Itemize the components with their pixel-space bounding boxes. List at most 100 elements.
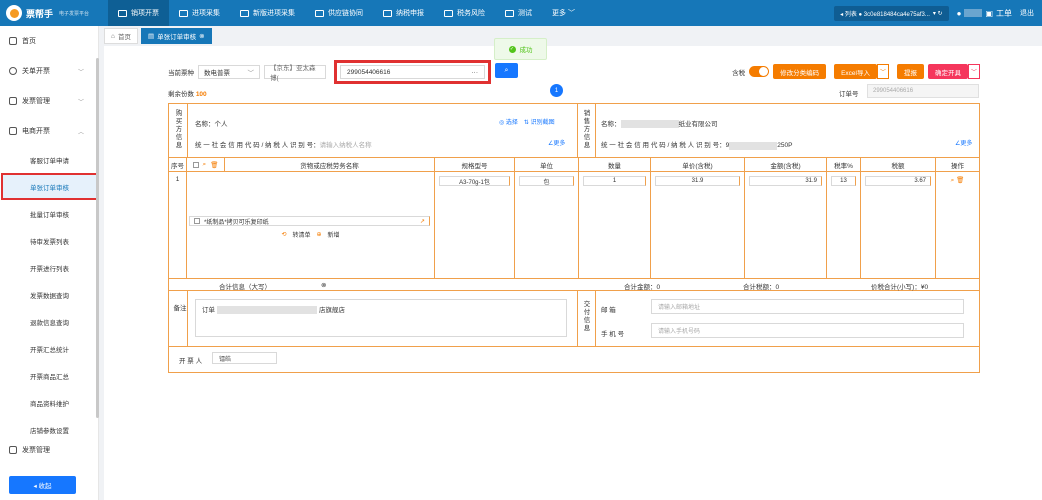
cart-icon (9, 127, 17, 135)
rate-input[interactable]: 13 (831, 176, 856, 186)
qty-input[interactable]: 1 (583, 176, 646, 186)
add-row-button[interactable]: 新增 (328, 230, 340, 239)
sidebar-item-invoice-manage-2[interactable]: 发票管理 (0, 443, 98, 457)
sidebar-sub-goods-summary[interactable]: 开票商品汇总 (0, 362, 98, 389)
row-amount: 31.9 (745, 172, 827, 279)
ocr-screenshot-button[interactable]: ⇅ 识别截图 (524, 117, 555, 126)
email-field[interactable]: 请输入邮箱地址 (651, 299, 964, 314)
logo-icon (6, 5, 22, 21)
clear-icon[interactable]: ⊗ (321, 281, 326, 289)
success-toast: ✓ 成功 (494, 38, 547, 60)
app-name: 票帮手 (26, 8, 54, 19)
tab-bar: ⌂ 首页 ▤ 单张订单审核 ⊗ (104, 28, 212, 45)
confirm-issue-dropdown[interactable]: ﹀ (968, 64, 980, 79)
sidebar-sub-invoice-query[interactable]: 发票数据查询 (0, 281, 98, 308)
seller-tax-redacted (729, 141, 778, 150)
col-spec: 规格型号 (435, 158, 515, 171)
sidebar-sub-shop-settings[interactable]: 店铺参数设置 (0, 416, 98, 443)
count-badge[interactable]: 1 (550, 84, 563, 97)
document-icon: ▤ (147, 33, 155, 40)
sidebar-sub-pending-list[interactable]: 待审发票列表 (0, 227, 98, 254)
remark-textarea[interactable]: 订单 店旗舰店 (195, 299, 567, 337)
ticket-icon: ▣ (985, 8, 993, 18)
spec-input[interactable]: A3-70g-1包 (439, 176, 510, 186)
chevron-up-icon: ︿ (77, 129, 84, 136)
row-spec: A3-70g-1包 (435, 172, 515, 279)
price-input[interactable]: 31.9 (655, 176, 740, 186)
user-menu[interactable]: ● ▣ 工单 (957, 8, 1012, 19)
goods-name-input[interactable]: *纸制品*拷贝可乐复印纸 ↗ (189, 216, 430, 226)
sidebar-item-ecommerce[interactable]: 电商开票 ︿ (0, 116, 98, 146)
excel-import-dropdown[interactable]: ﹀ (877, 64, 889, 79)
sidebar-sub-stats[interactable]: 开票汇总统计 (0, 335, 98, 362)
choose-buyer-button[interactable]: ◎ 选择 (499, 117, 518, 126)
sidebar-sub-cs-order[interactable]: 客服订单申请 (0, 146, 98, 173)
main-content: ✓ 成功 当前票种 数电普票 ﹀ 【京东】亚太森博( 299054406616 … (104, 38, 1042, 500)
logout-link[interactable]: 退出 (1020, 8, 1034, 18)
nav-sales-invoice[interactable]: 销项开票 (108, 0, 169, 26)
search-button[interactable]: ⌕ (495, 63, 518, 78)
submit-button[interactable]: 提报 (897, 64, 924, 79)
order-search-input[interactable]: 299054406616 ··· (340, 65, 485, 79)
col-tax: 税额 (861, 158, 936, 171)
company-select[interactable]: ◂ 列表 ● 3c0e818484ca4e75af3... ▾ ↻ (834, 5, 949, 21)
checkbox[interactable] (194, 217, 200, 224)
buyer-tax-input[interactable]: 请输入纳税人名称 (320, 142, 372, 149)
tab-home[interactable]: ⌂ 首页 (104, 28, 138, 44)
settings-icon (9, 67, 17, 75)
tax-input[interactable]: 3.67 (865, 176, 931, 186)
nav-tax-risk[interactable]: 税务风险 (434, 0, 495, 26)
nav-supply-chain[interactable]: 供应链协同 (305, 0, 373, 26)
monitor-icon (505, 9, 514, 17)
more-icon[interactable]: ··· (472, 69, 479, 76)
edit-category-code-button[interactable]: 修改分类编码 (773, 64, 827, 79)
row-qty: 1 (579, 172, 651, 279)
transfer-list-button[interactable]: 转清单 (292, 230, 310, 239)
unit-input[interactable]: 包 (519, 176, 574, 186)
search-icon[interactable]: ⌕ (203, 161, 207, 169)
excel-import-button[interactable]: Excel导入 (834, 64, 877, 79)
row-price: 31.9 (651, 172, 745, 279)
invoice-form: 购买方信息 名称：个人 统 一 社 会 信 用 代 码 / 纳 税 人 识 别 … (168, 103, 980, 373)
amount-input[interactable]: 31.9 (749, 176, 822, 186)
sidebar-item-home[interactable]: 首页 (0, 26, 98, 56)
checkbox[interactable] (192, 161, 199, 168)
sidebar-item-invoice-manage[interactable]: 发票管理 ﹀ (0, 86, 98, 116)
tab-single-review[interactable]: ▤ 单张订单审核 ⊗ (140, 28, 212, 44)
close-icon[interactable]: ⊗ (199, 32, 204, 40)
monitor-icon (118, 9, 127, 17)
sidebar-sub-single-review[interactable]: 单张订单审核 (1, 173, 98, 200)
buyer-more-link[interactable]: ∠更多 (548, 138, 565, 147)
phone-field[interactable]: 请输入手机号码 (651, 323, 964, 338)
delete-icon[interactable]: 🗑 (210, 161, 218, 169)
invoice-type-select[interactable]: 数电普票 ﹀ (198, 65, 260, 79)
sidebar-sub-goods-maintain[interactable]: 商品资料维护 (0, 389, 98, 416)
sidebar-sub-refund-query[interactable]: 退款信息查询 (0, 308, 98, 335)
sidebar-sub-batch-review[interactable]: 批量订单审核 (0, 200, 98, 227)
sidebar-sub-in-progress[interactable]: 开票进行列表 (0, 254, 98, 281)
edit-icon[interactable]: ↗ (420, 218, 425, 225)
sidebar-scrollbar[interactable] (96, 58, 99, 418)
tax-included-toggle[interactable] (749, 66, 770, 77)
nav-new-input-collect[interactable]: 新版进项采集 (230, 0, 305, 26)
chevron-down-icon: ▾ ↻ (932, 10, 943, 17)
buyer-name[interactable]: 个人 (215, 121, 228, 128)
row-action-icons[interactable]: ⌕ 🗑 (951, 176, 965, 185)
invoice-type-label: 当前票种 (168, 70, 194, 77)
buyer-vlabel: 购买方信息 (175, 110, 183, 149)
drawer-input[interactable]: 镭皓 (212, 352, 277, 364)
nav-test[interactable]: 测试 (495, 0, 542, 26)
total-tax: 合计税额：0 (743, 284, 780, 291)
chevron-down-icon: ﹀ (247, 70, 255, 77)
sidebar-item-close-invoice[interactable]: 关单开票 ﹀ (0, 56, 98, 86)
goods-table-header: 序号 ⌕ 🗑 货物或应税劳务名称 规格型号 单位 数量 单价(含税) 金额(含税)… (169, 158, 979, 172)
shop-select[interactable]: 【京东】亚太森博( (264, 65, 326, 82)
monitor-icon (444, 9, 453, 17)
nav-tax-declare[interactable]: 纳税申报 (373, 0, 434, 26)
row-tools: *纸制品*拷贝可乐复印纸 ↗ ⟲ 转清单 ⊕ 新增 (187, 172, 435, 279)
confirm-issue-button[interactable]: 确定开具 (928, 64, 968, 79)
collapse-button[interactable]: ◂ 收起 (9, 476, 76, 494)
nav-more[interactable]: 更多 ﹀ (542, 0, 585, 26)
seller-more-link[interactable]: ∠更多 (955, 138, 972, 147)
nav-input-collect[interactable]: 进项采集 (169, 0, 230, 26)
